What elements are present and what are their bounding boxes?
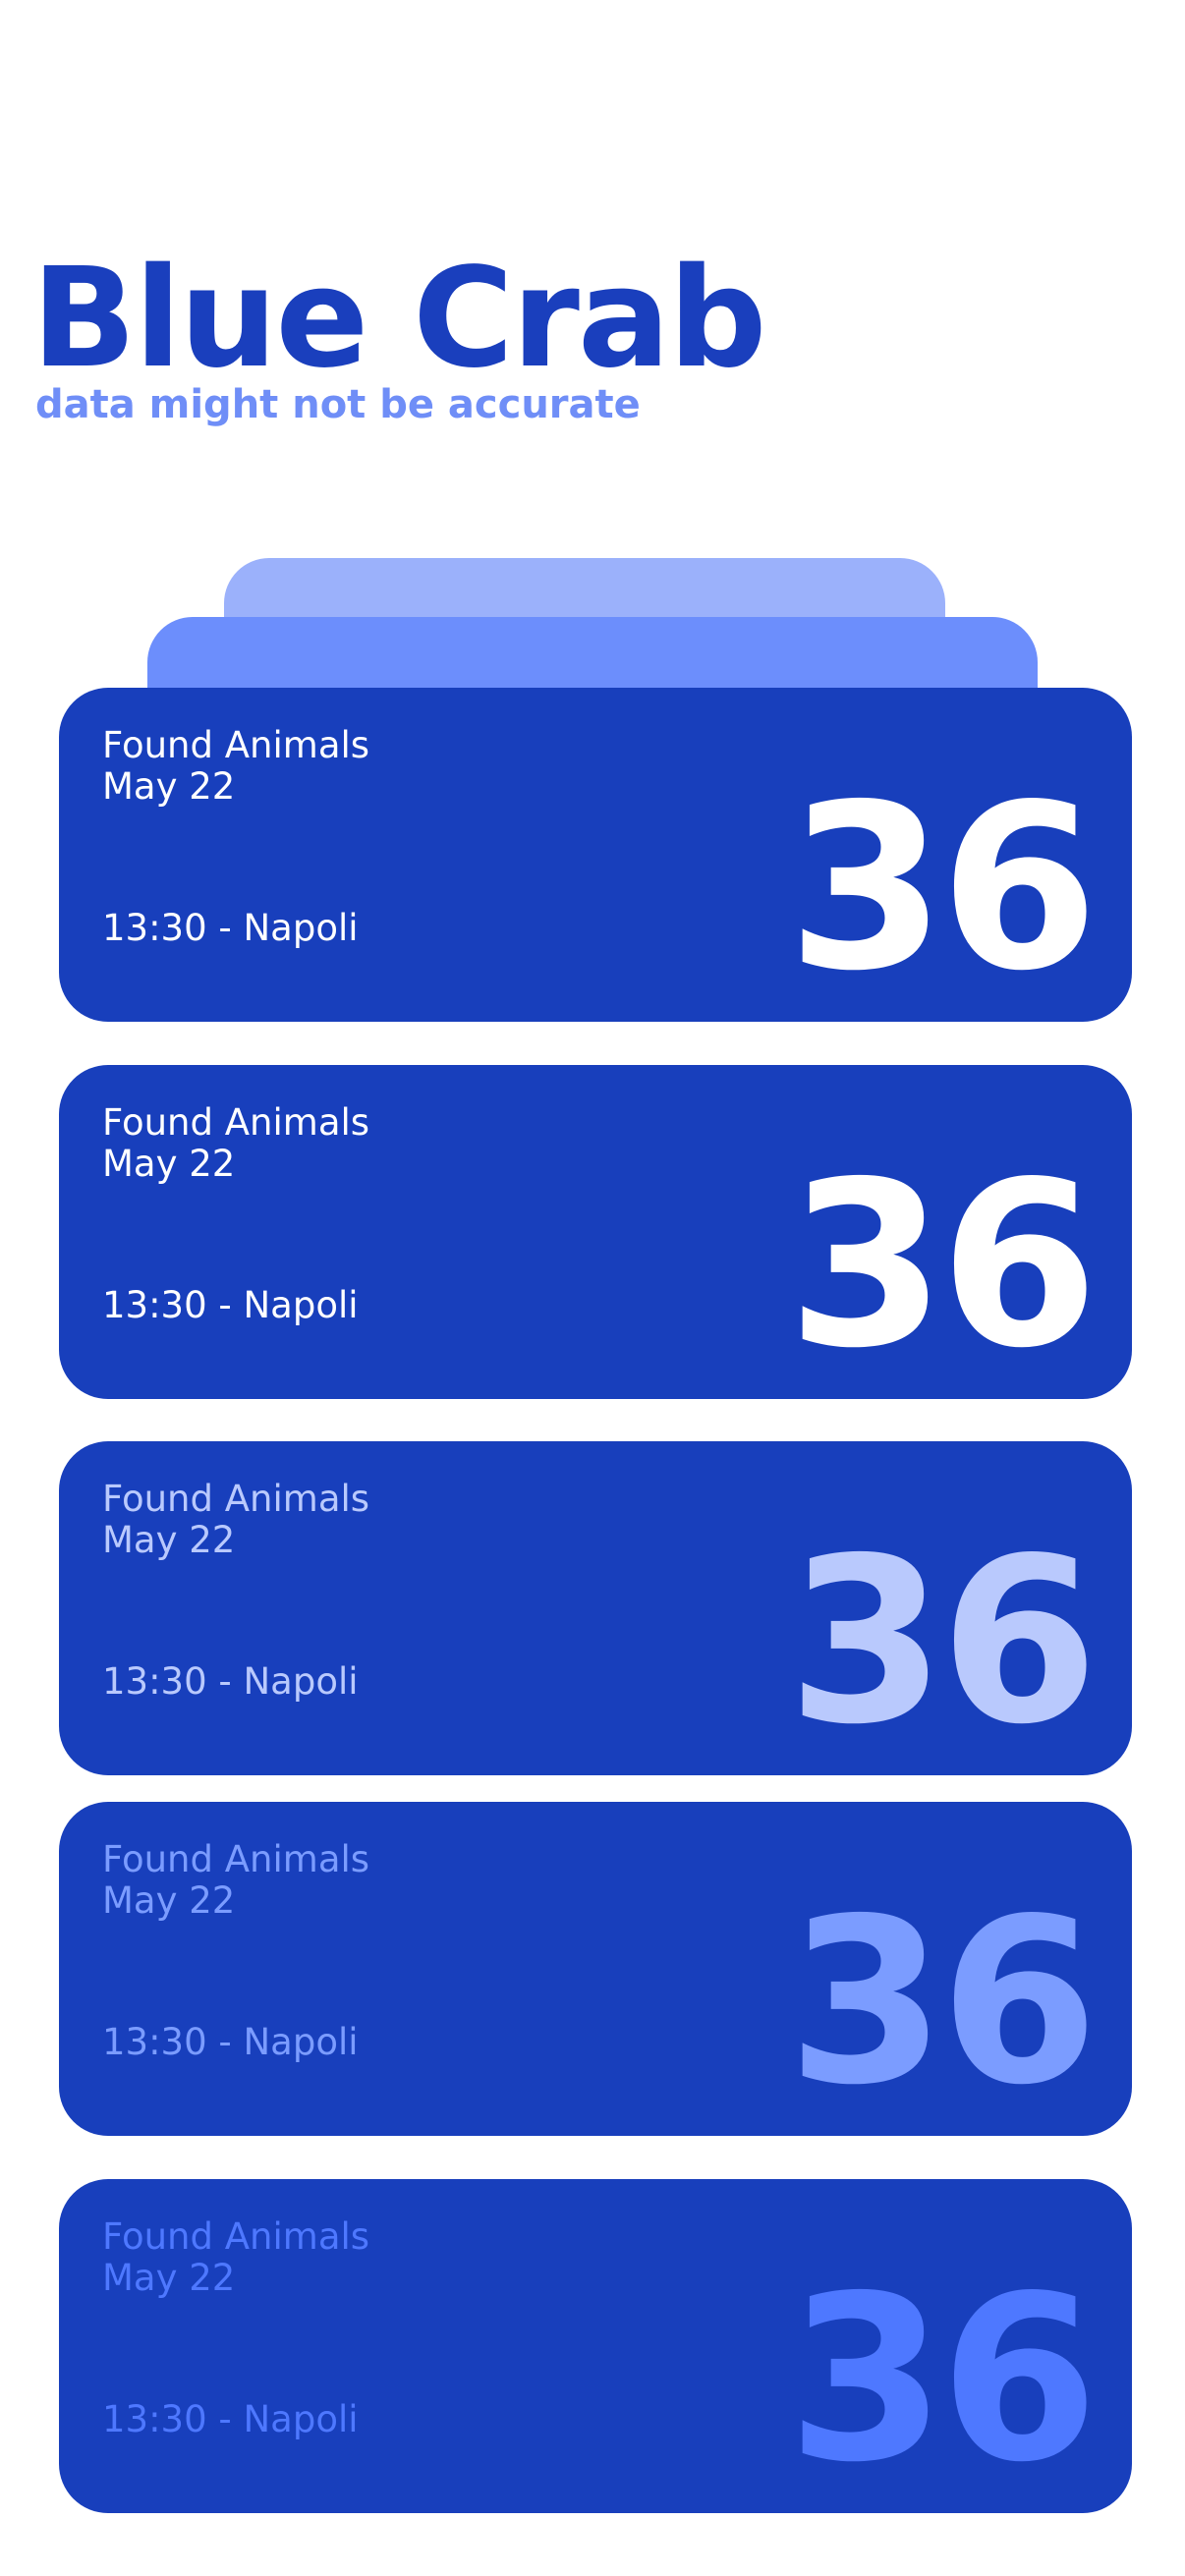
card-time-location: 13:30 - Napoli (102, 1660, 359, 1703)
card-count: 36 (787, 2247, 1099, 2512)
card-date: May 22 (102, 765, 236, 808)
card-count: 36 (787, 1509, 1099, 1774)
card-title: Found Animals (102, 1101, 370, 1144)
card-date: May 22 (102, 1519, 236, 1561)
card-date: May 22 (102, 2257, 236, 2299)
found-animals-card[interactable]: Found Animals May 22 13:30 - Napoli 36 (59, 1441, 1132, 1775)
card-count: 36 (787, 756, 1099, 1021)
card-title: Found Animals (102, 1478, 370, 1520)
card-time-location: 13:30 - Napoli (102, 907, 359, 949)
card-count: 36 (787, 1133, 1099, 1398)
found-animals-card[interactable]: Found Animals May 22 13:30 - Napoli 36 (59, 1065, 1132, 1399)
card-time-location: 13:30 - Napoli (102, 1284, 359, 1326)
card-count: 36 (787, 1870, 1099, 2135)
found-animals-card[interactable]: Found Animals May 22 13:30 - Napoli 36 (59, 688, 1132, 1022)
card-title: Found Animals (102, 1838, 370, 1880)
accuracy-disclaimer: data might not be accurate (35, 382, 641, 427)
card-title: Found Animals (102, 2215, 370, 2258)
card-title: Found Animals (102, 724, 370, 766)
found-animals-card[interactable]: Found Animals May 22 13:30 - Napoli 36 (59, 1802, 1132, 2136)
app-title: Blue Crab (31, 239, 767, 399)
found-animals-card[interactable]: Found Animals May 22 13:30 - Napoli 36 (59, 2179, 1132, 2513)
card-time-location: 13:30 - Napoli (102, 2398, 359, 2440)
card-time-location: 13:30 - Napoli (102, 2021, 359, 2063)
card-date: May 22 (102, 1143, 236, 1185)
card-date: May 22 (102, 1879, 236, 1922)
